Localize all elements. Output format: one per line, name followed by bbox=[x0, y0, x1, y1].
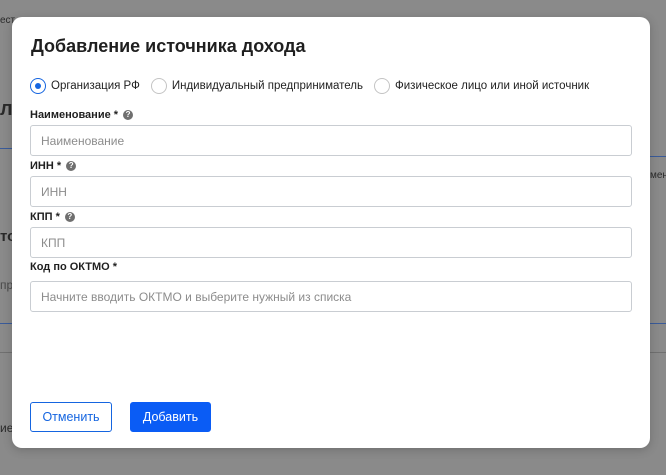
help-icon[interactable]: ? bbox=[123, 110, 134, 120]
radio-label-organization: Организация РФ bbox=[51, 80, 140, 92]
background-divider bbox=[0, 352, 12, 353]
oktmo-field-label: Код по ОКТМО * bbox=[30, 261, 117, 273]
cancel-button[interactable]: Отменить bbox=[30, 402, 112, 432]
add-income-source-dialog: Добавление источника дохода Организация … bbox=[12, 17, 650, 448]
radio-label-individual-other: Физическое лицо или иной источник bbox=[395, 80, 590, 92]
radio-option-organization[interactable]: Организация РФ bbox=[30, 78, 140, 94]
radio-option-individual-entrepreneur[interactable]: Индивидуальный предприниматель bbox=[150, 78, 363, 94]
name-field-label: Наименование * ? bbox=[30, 109, 134, 121]
oktmo-input[interactable] bbox=[30, 281, 632, 312]
background-divider bbox=[650, 323, 666, 324]
oktmo-label-text: Код по ОКТМО * bbox=[30, 261, 118, 273]
radio-label-individual-entrepreneur: Индивидуальный предприниматель bbox=[171, 80, 363, 92]
name-input[interactable] bbox=[30, 125, 632, 156]
dialog-title: Добавление источника дохода bbox=[31, 36, 306, 56]
radio-checked-icon[interactable] bbox=[30, 78, 46, 94]
source-type-radio-group: Организация РФ Индивидуальный предприним… bbox=[30, 78, 600, 94]
name-label-text: Наименование * bbox=[30, 109, 119, 121]
kpp-field-label: КПП * ? bbox=[30, 211, 75, 223]
add-button[interactable]: Добавить bbox=[130, 402, 211, 432]
kpp-input[interactable] bbox=[30, 227, 632, 258]
background-divider bbox=[650, 156, 666, 157]
inn-field-label: ИНН * ? bbox=[30, 160, 77, 172]
inn-input[interactable] bbox=[30, 176, 632, 207]
background-divider bbox=[0, 148, 12, 149]
background-divider bbox=[0, 323, 12, 324]
radio-option-individual-other[interactable]: Физическое лицо или иной источник bbox=[374, 78, 589, 94]
help-icon[interactable]: ? bbox=[64, 212, 75, 222]
radio-unchecked-icon[interactable] bbox=[374, 78, 390, 94]
inn-label-text: ИНН * bbox=[30, 160, 62, 172]
background-divider bbox=[650, 352, 666, 353]
radio-unchecked-icon[interactable] bbox=[150, 78, 167, 94]
background-column-header: мент bbox=[650, 170, 666, 181]
help-icon[interactable]: ? bbox=[66, 161, 77, 171]
kpp-label-text: КПП * bbox=[30, 211, 60, 223]
